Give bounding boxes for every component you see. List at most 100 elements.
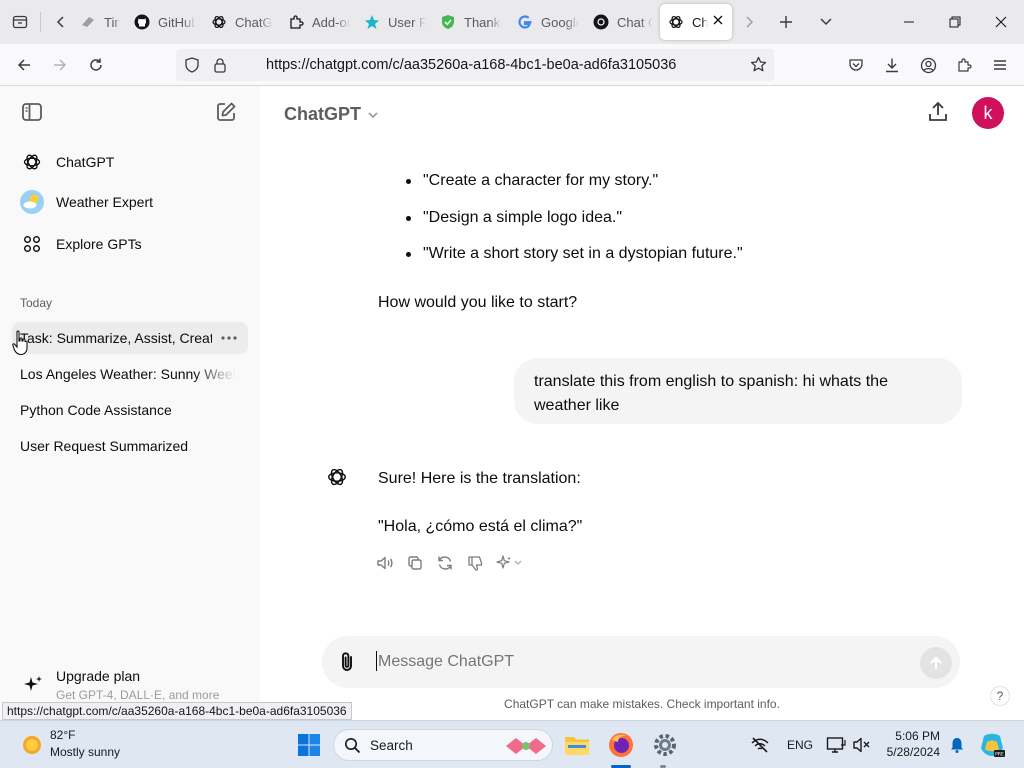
sidebar-item-chatgpt[interactable]: ChatGPT bbox=[12, 144, 248, 180]
sidebar-item-weather-expert[interactable]: Weather Expert bbox=[12, 184, 248, 220]
sidebar-toggle-icon bbox=[22, 103, 42, 121]
windows-taskbar: 82°F Mostly sunny Search ENG 5:06 PM 5/2… bbox=[0, 720, 1024, 768]
forward-button[interactable] bbox=[44, 49, 76, 81]
disclaimer-text: ChatGPT can make mistakes. Check importa… bbox=[504, 697, 780, 711]
navigation-toolbar: https://chatgpt.com/c/aa35260a-a168-4bc1… bbox=[0, 44, 1024, 86]
shield-check-icon bbox=[440, 14, 456, 30]
input-language[interactable]: ENG bbox=[787, 738, 813, 752]
grid-icon bbox=[20, 232, 44, 256]
share-icon bbox=[929, 101, 947, 121]
sidebar-item-label: Weather Expert bbox=[56, 194, 154, 210]
arrow-right-icon bbox=[54, 59, 67, 71]
toggle-sidebar-button[interactable] bbox=[20, 100, 44, 124]
bookmark-star-icon[interactable] bbox=[750, 56, 767, 73]
browser-tab[interactable]: GitHub bbox=[126, 4, 198, 40]
regenerate-button[interactable] bbox=[434, 552, 456, 574]
user-avatar[interactable]: k bbox=[972, 97, 1004, 129]
url-text[interactable]: https://chatgpt.com/c/aa35260a-a168-4bc1… bbox=[266, 57, 676, 73]
file-explorer-button[interactable] bbox=[561, 729, 593, 761]
restore-button[interactable] bbox=[939, 6, 971, 38]
help-button[interactable]: ? bbox=[990, 686, 1010, 706]
downloads-button[interactable] bbox=[876, 49, 908, 81]
browser-tab[interactable]: Google bbox=[509, 4, 581, 40]
network-status-button[interactable] bbox=[744, 729, 776, 761]
address-bar[interactable]: https://chatgpt.com/c/aa35260a-a168-4bc1… bbox=[176, 49, 774, 81]
send-button[interactable] bbox=[920, 647, 952, 679]
speaker-muted-icon bbox=[853, 737, 870, 753]
sun-cloud-icon bbox=[23, 736, 41, 754]
tab-title: Tiny8 bbox=[104, 14, 120, 30]
search-label: Search bbox=[370, 738, 413, 753]
gear-icon bbox=[654, 734, 676, 756]
history-item[interactable]: Python Code Assistance bbox=[12, 394, 248, 426]
browser-tab-active[interactable]: ChatGPT bbox=[660, 4, 732, 40]
text-caret bbox=[376, 651, 377, 671]
copilot-button[interactable]: PRE bbox=[976, 729, 1008, 761]
firefox-taskbar-button[interactable] bbox=[605, 729, 637, 761]
restore-icon bbox=[949, 16, 961, 28]
reload-button[interactable] bbox=[80, 49, 112, 81]
close-window-button[interactable] bbox=[985, 6, 1017, 38]
read-aloud-button[interactable] bbox=[374, 552, 396, 574]
app-menu-button[interactable] bbox=[984, 49, 1016, 81]
settings-taskbar-button[interactable] bbox=[649, 729, 681, 761]
message-composer[interactable] bbox=[322, 636, 960, 688]
browser-tab[interactable]: Tiny8 bbox=[72, 4, 122, 40]
back-button[interactable] bbox=[8, 49, 40, 81]
minimize-button[interactable] bbox=[893, 6, 925, 38]
message-input[interactable] bbox=[378, 648, 898, 676]
pocket-button[interactable] bbox=[840, 49, 872, 81]
browser-tab[interactable]: Thank you bbox=[432, 4, 504, 40]
chat-main: ChatGPT k "Create a character for my sto… bbox=[260, 86, 1024, 720]
browser-tab[interactable]: Chat GPT bbox=[585, 4, 655, 40]
close-tab-icon[interactable] bbox=[712, 14, 724, 26]
more-options-icon[interactable] bbox=[220, 332, 238, 344]
browser-tab[interactable]: ChatGPT bbox=[203, 4, 275, 40]
history-item[interactable]: User Request Summarized bbox=[12, 430, 248, 462]
tab-title: User Research bbox=[388, 14, 426, 30]
assistant-avatar bbox=[326, 466, 350, 490]
weather-avatar-icon bbox=[20, 190, 44, 214]
weather-widget[interactable] bbox=[20, 733, 44, 757]
thumbs-down-button[interactable] bbox=[464, 552, 486, 574]
share-button[interactable] bbox=[926, 100, 950, 124]
tab-title: GitHub bbox=[158, 14, 196, 30]
notifications-button[interactable] bbox=[941, 729, 973, 761]
volume-button[interactable] bbox=[846, 729, 878, 761]
sparkle-icon bbox=[22, 674, 44, 696]
change-model-button[interactable] bbox=[494, 552, 526, 574]
history-item[interactable]: Los Angeles Weather: Sunny Weekend bbox=[12, 358, 248, 390]
model-selector[interactable]: ChatGPT bbox=[284, 104, 379, 125]
new-chat-button[interactable] bbox=[214, 100, 238, 124]
tracking-protection-icon[interactable] bbox=[184, 57, 200, 73]
list-all-tabs-button[interactable] bbox=[810, 6, 842, 38]
tab-title: Chat GPT bbox=[617, 14, 653, 30]
account-button[interactable] bbox=[912, 49, 944, 81]
scroll-tabs-right-button[interactable] bbox=[733, 6, 765, 38]
thumbs-down-icon bbox=[468, 556, 483, 571]
link-status-overlay: https://chatgpt.com/c/aa35260a-a168-4bc1… bbox=[2, 702, 352, 720]
history-item[interactable]: Task: Summarize, Assist, Create bbox=[12, 322, 248, 354]
star-logo-icon bbox=[364, 14, 380, 30]
sidebar-item-explore-gpts[interactable]: Explore GPTs bbox=[12, 226, 248, 262]
upgrade-title: Upgrade plan bbox=[56, 668, 141, 684]
list-item: "Create a character for my story." bbox=[423, 172, 659, 189]
chat-sidebar: ChatGPT Weather Expert Explore GPTs Toda… bbox=[0, 86, 260, 720]
folder-icon bbox=[565, 737, 589, 755]
attach-button[interactable] bbox=[336, 650, 358, 674]
browser-tab[interactable]: User Research bbox=[356, 4, 428, 40]
new-tab-button[interactable] bbox=[770, 6, 802, 38]
lock-icon[interactable] bbox=[212, 57, 228, 73]
start-button[interactable] bbox=[293, 729, 325, 761]
copy-button[interactable] bbox=[404, 552, 426, 574]
taskbar-search-box[interactable]: Search bbox=[333, 729, 553, 761]
assistant-text: Sure! Here is the translation: bbox=[378, 470, 581, 487]
upgrade-subtitle: Get GPT-4, DALL·E, and more bbox=[56, 688, 220, 702]
taskbar-clock[interactable]: 5:06 PM 5/28/2024 bbox=[884, 729, 940, 759]
tab-title: ChatGPT bbox=[692, 14, 708, 30]
browser-tab[interactable]: Add-ons bbox=[280, 4, 352, 40]
firefox-view-button[interactable] bbox=[4, 6, 36, 38]
tab-separator bbox=[40, 12, 41, 32]
extensions-button[interactable] bbox=[948, 49, 980, 81]
sidebar-item-label: Explore GPTs bbox=[56, 236, 142, 252]
